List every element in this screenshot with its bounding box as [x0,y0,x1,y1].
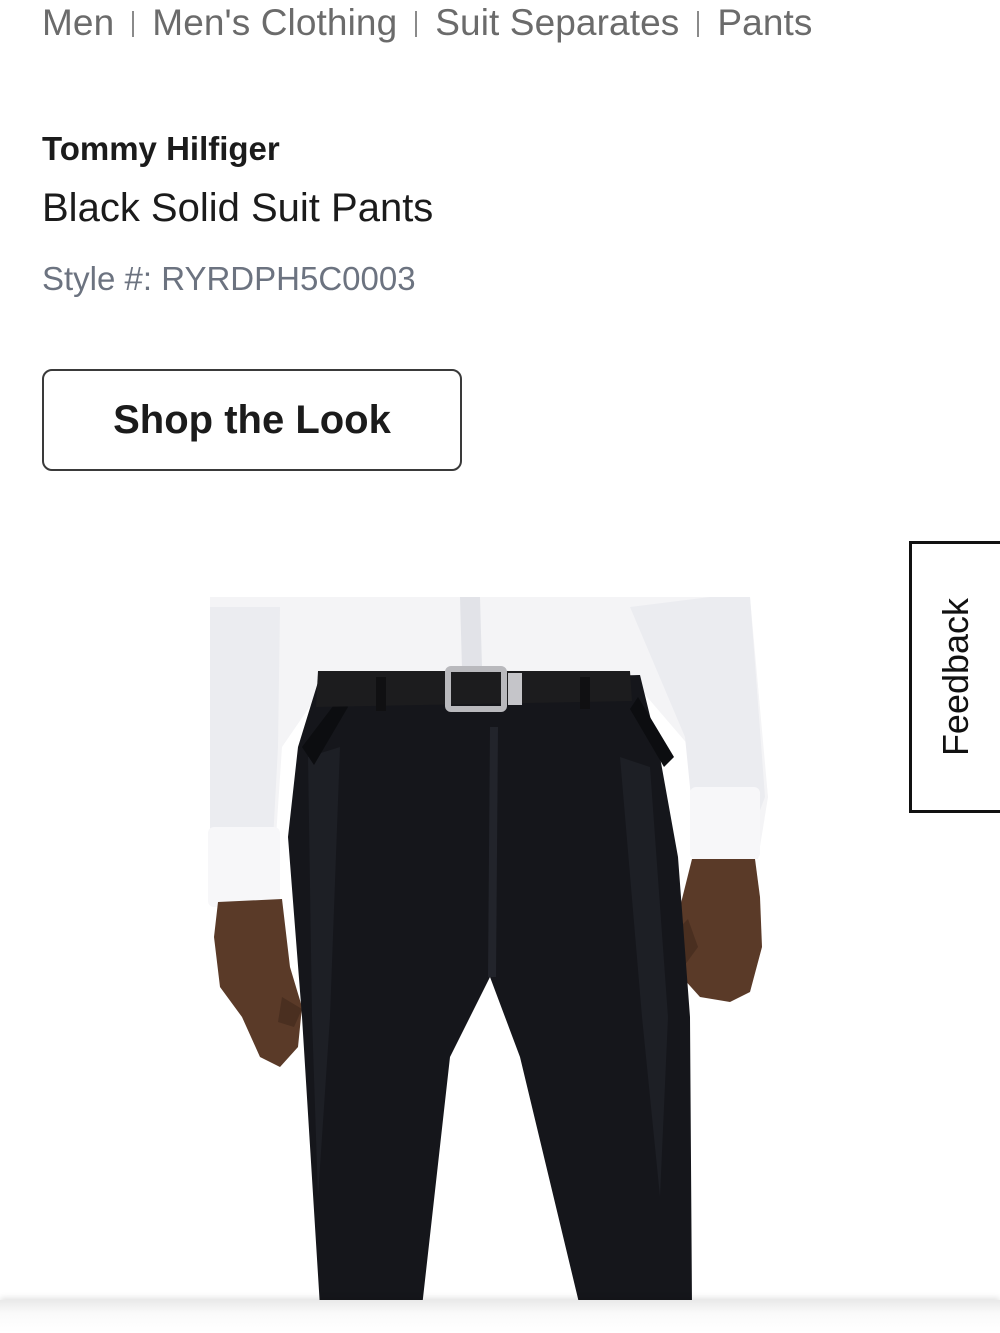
breadcrumb-link-pants[interactable]: Pants [717,2,812,44]
right-cuff [690,787,760,859]
breadcrumb-separator [697,11,700,37]
belt-loop [376,677,386,711]
feedback-label: Feedback [935,597,977,757]
product-title: Black Solid Suit Pants [42,186,434,230]
bottom-bar-shadow [0,1300,1000,1333]
product-style-number: Style #: RYRDPH5C0003 [42,260,416,297]
breadcrumb-separator [415,11,418,37]
product-page: Men Men's Clothing Suit Separates Pants … [0,0,1000,1333]
shop-the-look-button[interactable]: Shop the Look [42,369,462,471]
breadcrumb-link-men[interactable]: Men [42,2,114,44]
belt-loop [580,677,590,709]
breadcrumb-link-suit-separates[interactable]: Suit Separates [435,2,679,44]
belt-keeper [508,673,522,705]
breadcrumb: Men Men's Clothing Suit Separates Pants [42,2,813,44]
shirt-shade [460,597,482,669]
product-brand[interactable]: Tommy Hilfiger [42,130,280,168]
breadcrumb-separator [132,11,135,37]
left-cuff [208,827,280,907]
left-hand [214,899,302,1067]
product-image[interactable] [190,597,790,1307]
breadcrumb-link-mens-clothing[interactable]: Men's Clothing [152,2,397,44]
feedback-tab[interactable]: Feedback [909,541,1000,813]
